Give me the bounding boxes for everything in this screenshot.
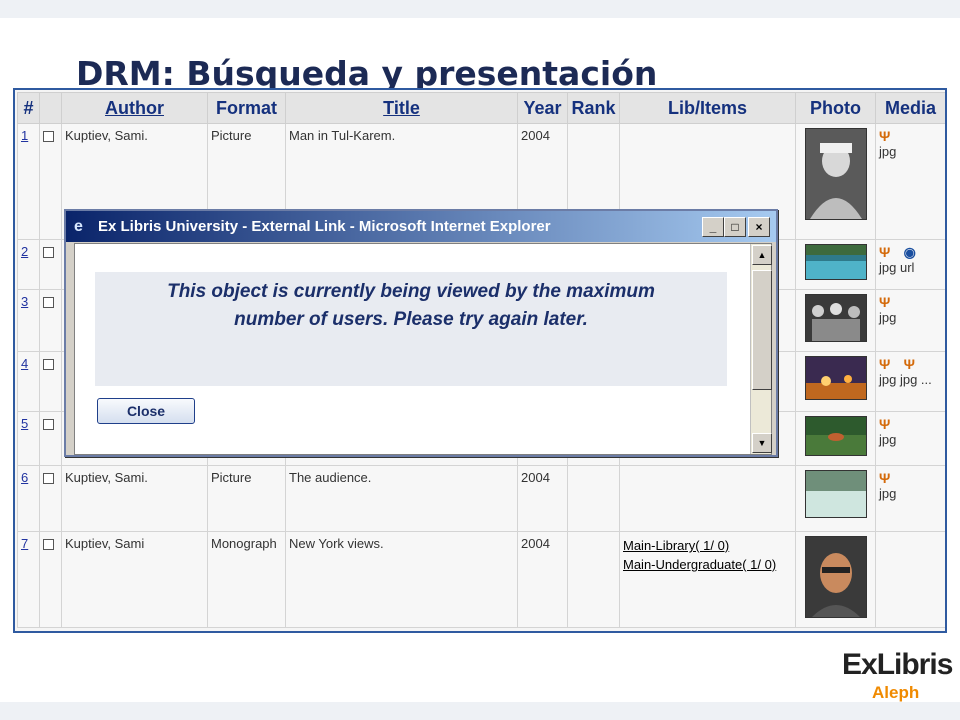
- message-panel: This object is currently being viewed by…: [95, 272, 727, 386]
- exlibris-logo: ExLibris Aleph: [842, 648, 953, 704]
- col-photo-header: Photo: [795, 92, 876, 124]
- minimize-button[interactable]: _: [702, 217, 724, 237]
- lib-item-link[interactable]: Main-Library( 1/ 0): [623, 536, 792, 555]
- bottom-band: [0, 702, 960, 720]
- row-number-link[interactable]: 1: [21, 128, 28, 143]
- maximize-button[interactable]: □: [724, 217, 746, 237]
- row-number-link[interactable]: 5: [21, 416, 28, 431]
- lib-item-link[interactable]: Main-Undergraduate( 1/ 0): [623, 555, 792, 574]
- row-number-link[interactable]: 3: [21, 294, 28, 309]
- media-file-icon[interactable]: Ψ: [879, 470, 895, 486]
- col-year-header: Year: [517, 92, 568, 124]
- scroll-down-arrow[interactable]: ▼: [752, 433, 772, 453]
- slide-title: DRM: Búsqueda y presentación: [76, 54, 658, 88]
- top-band: [0, 0, 960, 18]
- dialog-titlebar[interactable]: e Ex Libris University - External Link -…: [66, 211, 776, 242]
- logo-sub-text: Aleph: [872, 683, 920, 702]
- media-label[interactable]: jpg: [879, 144, 896, 159]
- media-file-icon[interactable]: Ψ: [879, 244, 895, 260]
- media-file-icon[interactable]: Ψ: [879, 128, 895, 144]
- scroll-up-arrow[interactable]: ▲: [752, 245, 772, 265]
- photo-thumbnail[interactable]: [804, 356, 867, 400]
- format-cell: Monograph: [207, 531, 286, 628]
- media-label[interactable]: jpg: [879, 310, 896, 325]
- title-cell: The audience.: [285, 465, 518, 532]
- media-label[interactable]: jpg: [879, 486, 896, 501]
- col-media-header: Media: [875, 92, 945, 124]
- internet-explorer-icon: e: [74, 218, 83, 235]
- col-num-header: #: [17, 92, 40, 124]
- table-row: 6 Kuptiev, Sami. Picture The audience. 2…: [17, 465, 945, 532]
- photo-thumbnail[interactable]: [804, 128, 867, 220]
- photo-thumbnail[interactable]: [804, 294, 867, 342]
- col-rank-header: Rank: [567, 92, 620, 124]
- col-libitems-header: Lib/Items: [619, 92, 796, 124]
- media-label[interactable]: jpg: [879, 432, 896, 447]
- format-cell: Picture: [207, 465, 286, 532]
- row-checkbox[interactable]: [43, 131, 54, 142]
- dialog-body: This object is currently being viewed by…: [74, 243, 772, 455]
- vertical-scrollbar[interactable]: ▲ ▼: [750, 244, 772, 454]
- col-title-header[interactable]: Title: [285, 92, 518, 124]
- row-checkbox[interactable]: [43, 297, 54, 308]
- author-cell: Kuptiev, Sami: [61, 531, 208, 628]
- dialog-message: This object is currently being viewed by…: [95, 278, 727, 334]
- year-cell: 2004: [517, 531, 568, 628]
- photo-thumbnail[interactable]: [804, 536, 867, 618]
- external-link-dialog: e Ex Libris University - External Link -…: [64, 209, 778, 457]
- logo-main-text: ExLibris: [842, 648, 953, 681]
- header-row: # Author Format Title Year Rank Lib/Item…: [17, 92, 945, 124]
- col-author-header[interactable]: Author: [61, 92, 208, 124]
- message-line-2: number of users. Please try again later.: [234, 309, 588, 330]
- row-checkbox[interactable]: [43, 539, 54, 550]
- row-number-link[interactable]: 4: [21, 356, 28, 371]
- photo-thumbnail[interactable]: [804, 244, 867, 280]
- row-checkbox[interactable]: [43, 419, 54, 430]
- media-file-icon[interactable]: Ψ: [904, 356, 920, 372]
- message-line-1: This object is currently being viewed by…: [167, 281, 655, 302]
- media-file-icon[interactable]: Ψ: [879, 356, 895, 372]
- media-file-icon[interactable]: Ψ: [879, 416, 895, 432]
- title-cell: New York views.: [285, 531, 518, 628]
- row-number-link[interactable]: 2: [21, 244, 28, 259]
- photo-thumbnail[interactable]: [804, 470, 867, 518]
- close-window-button[interactable]: ×: [748, 217, 770, 237]
- year-cell: 2004: [517, 465, 568, 532]
- media-label[interactable]: jpg url: [879, 260, 914, 275]
- media-file-icon[interactable]: Ψ: [879, 294, 895, 310]
- dialog-title: Ex Libris University - External Link - M…: [98, 218, 551, 235]
- table-row: 7 Kuptiev, Sami Monograph New York views…: [17, 531, 945, 628]
- row-checkbox[interactable]: [43, 359, 54, 370]
- author-cell: Kuptiev, Sami.: [61, 465, 208, 532]
- col-checkbox-header: [39, 92, 62, 124]
- photo-thumbnail[interactable]: [804, 416, 867, 456]
- row-checkbox[interactable]: [43, 247, 54, 258]
- close-button[interactable]: Close: [97, 398, 195, 424]
- media-label[interactable]: jpg jpg ...: [879, 372, 932, 387]
- col-format-header: Format: [207, 92, 286, 124]
- url-icon[interactable]: ◉: [904, 244, 920, 260]
- row-checkbox[interactable]: [43, 473, 54, 484]
- row-number-link[interactable]: 7: [21, 536, 28, 551]
- row-number-link[interactable]: 6: [21, 470, 28, 485]
- scroll-thumb[interactable]: [752, 270, 772, 390]
